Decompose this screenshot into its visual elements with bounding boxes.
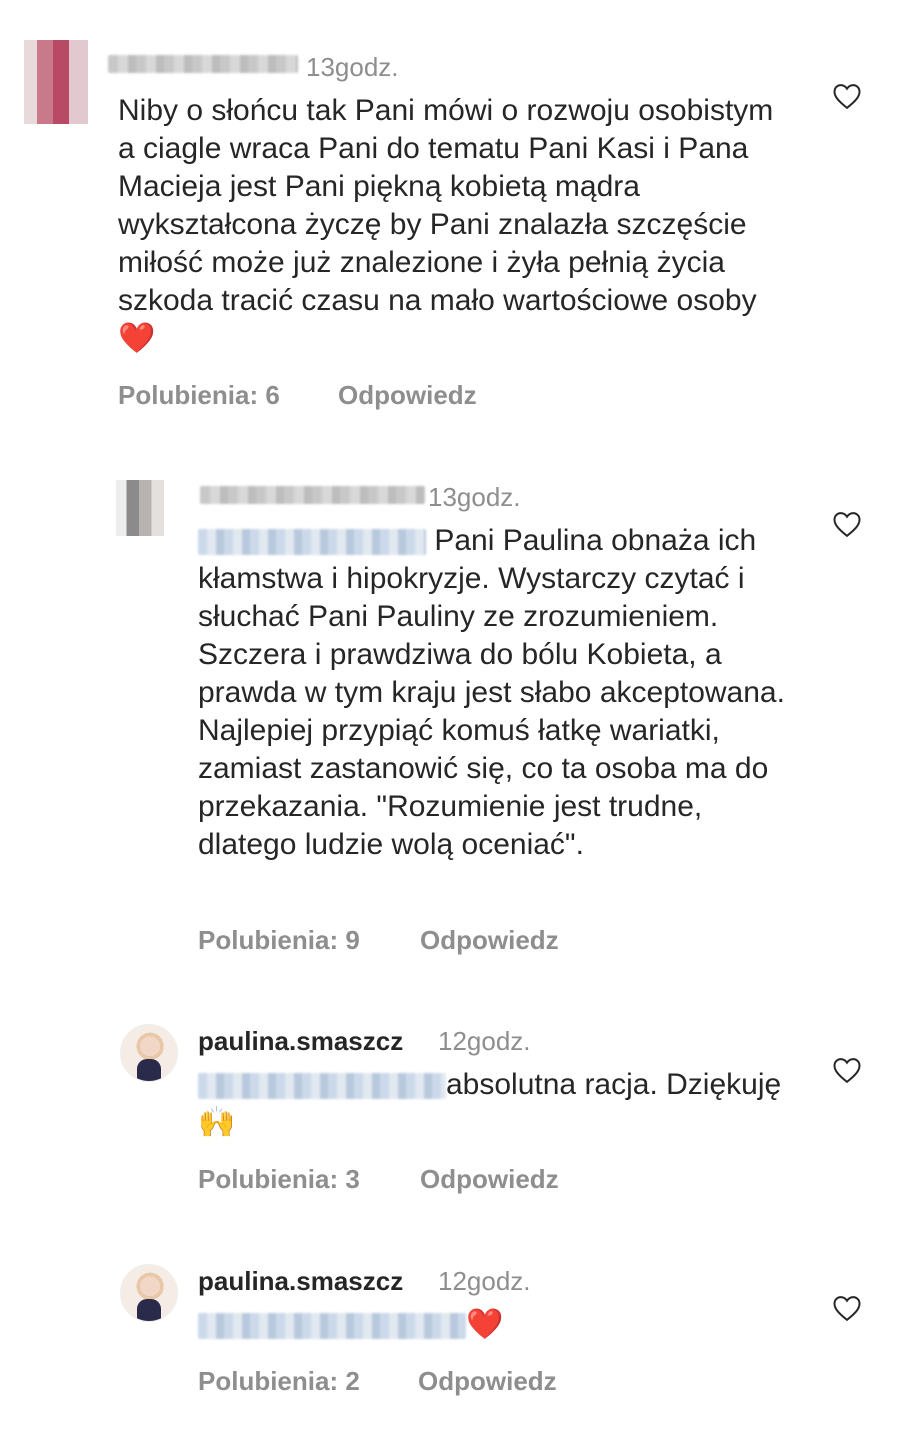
comment-text: ❤️ <box>198 1306 798 1344</box>
like-heart-icon[interactable] <box>832 1056 862 1084</box>
mention-blurred[interactable] <box>198 1073 446 1100</box>
like-heart-icon[interactable] <box>832 510 862 538</box>
avatar[interactable] <box>24 40 88 124</box>
likes-count[interactable]: Polubienia: 9 <box>198 925 360 956</box>
comment-text: absolutna racja. Dziękuję 🙌 <box>198 1066 798 1142</box>
comment-text: Niby o słońcu tak Pani mówi o rozwoju os… <box>118 92 798 358</box>
mention-blurred[interactable] <box>198 529 426 556</box>
likes-count[interactable]: Polubienia: 6 <box>118 380 280 411</box>
comment-time: 13godz. <box>428 482 521 512</box>
comment-time: 13godz. <box>306 52 399 82</box>
comment-username[interactable]: paulina.smaszcz <box>198 1026 403 1057</box>
like-heart-icon[interactable] <box>832 1294 862 1322</box>
reply-button[interactable]: Odpowiedz <box>418 1366 557 1397</box>
comment-body: Pani Paulina obnaża ich kłamstwa i hipok… <box>198 524 785 861</box>
heart-emoji: ❤️ <box>118 322 156 355</box>
reply-button[interactable]: Odpowiedz <box>338 380 477 411</box>
avatar[interactable] <box>120 1024 178 1082</box>
heart-emoji: ❤️ <box>466 1308 504 1341</box>
avatar[interactable] <box>116 480 164 536</box>
like-heart-icon[interactable] <box>832 82 862 110</box>
comment-text: Pani Paulina obnaża ich kłamstwa i hipok… <box>198 522 798 864</box>
comment-time: 12godz. <box>438 1266 531 1296</box>
username-blurred[interactable] <box>108 55 298 73</box>
comment-4: paulina.smaszcz 12godz. ❤️ Polubienia: 2… <box>0 1250 908 1430</box>
comment-2: 13godz. Pani Paulina obnaża ich kłamstwa… <box>0 460 908 980</box>
likes-count[interactable]: Polubienia: 3 <box>198 1164 360 1195</box>
comment-time: 12godz. <box>438 1026 531 1056</box>
likes-count[interactable]: Polubienia: 2 <box>198 1366 360 1397</box>
avatar[interactable] <box>120 1264 178 1322</box>
comment-1: 13godz. Niby o słońcu tak Pani mówi o ro… <box>0 0 908 440</box>
comment-3: paulina.smaszcz 12godz. absolutna racja.… <box>0 1010 908 1210</box>
reply-button[interactable]: Odpowiedz <box>420 925 559 956</box>
mention-blurred[interactable] <box>198 1313 466 1340</box>
username-blurred[interactable] <box>200 486 425 504</box>
comment-body: Niby o słońcu tak Pani mówi o rozwoju os… <box>118 94 774 317</box>
reply-button[interactable]: Odpowiedz <box>420 1164 559 1195</box>
raised-hands-emoji: 🙌 <box>198 1106 236 1139</box>
comment-username[interactable]: paulina.smaszcz <box>198 1266 403 1297</box>
comment-body: absolutna racja. Dziękuję <box>446 1068 782 1101</box>
